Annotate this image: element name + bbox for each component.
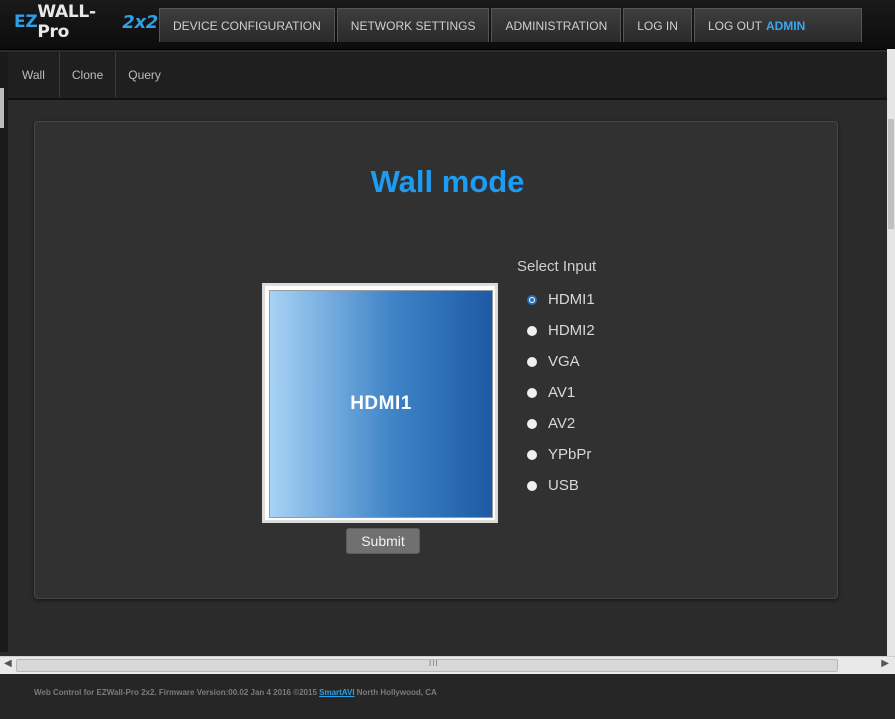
submit-button[interactable]: Submit [346, 528, 420, 554]
wall-preview-screen: HDMI1 [269, 290, 493, 518]
subtab-clone[interactable]: Clone [60, 52, 117, 98]
logo-size: 2x2 [122, 11, 158, 33]
radio-usb[interactable]: USB [527, 470, 595, 501]
footer: Web Control for EZWall-Pro 2x2. Firmware… [0, 674, 895, 719]
logo-ez: EZ [14, 12, 38, 32]
tab-administration[interactable]: ADMINISTRATION [491, 8, 622, 42]
tab-log-out[interactable]: LOG OUT admin [693, 8, 862, 42]
input-radio-group: HDMI1 HDMI2 VGA AV1 AV2 YPbPr USB [527, 284, 595, 501]
left-edge [0, 52, 8, 652]
horizontal-scroll-thumb[interactable] [16, 659, 838, 672]
scroll-grip-icon: III [429, 659, 439, 668]
logo-wall: WALL-Pro [37, 2, 96, 42]
radio-icon[interactable] [527, 449, 537, 460]
scroll-right-icon[interactable]: ▶ [881, 658, 889, 669]
wall-preview: HDMI1 [262, 283, 498, 523]
radio-hdmi2[interactable]: HDMI2 [527, 315, 595, 346]
radio-av2[interactable]: AV2 [527, 408, 595, 439]
horizontal-scrollbar[interactable]: ◀ III ▶ [0, 656, 895, 674]
app-logo[interactable]: EZ WALL-Pro 2x2 [0, 0, 158, 44]
radio-ypbpr[interactable]: YPbPr [527, 439, 595, 470]
radio-icon[interactable] [527, 356, 537, 367]
preview-input-label: HDMI1 [350, 393, 412, 414]
username: admin [765, 18, 806, 33]
top-navigation: EZ WALL-Pro 2x2 DEVICE CONFIGURATION NETWO… [0, 0, 895, 50]
tab-log-in[interactable]: LOG IN [623, 8, 692, 42]
radio-hdmi1[interactable]: HDMI1 [527, 284, 595, 315]
left-edge-marker [0, 88, 4, 128]
sub-navigation: Wall Clone Query [8, 52, 888, 100]
radio-checked-icon[interactable] [527, 294, 537, 305]
subtab-wall[interactable]: Wall [8, 52, 60, 98]
subtab-query[interactable]: Query [116, 52, 173, 98]
radio-vga[interactable]: VGA [527, 346, 595, 377]
vertical-scrollbar[interactable] [887, 49, 895, 656]
tab-network-settings[interactable]: NETWORK SETTINGS [336, 8, 490, 42]
scroll-left-icon[interactable]: ◀ [4, 658, 12, 669]
nav-tabs: DEVICE CONFIGURATION NETWORK SETTINGS AD… [159, 8, 864, 42]
footer-text: Web Control for EZWall-Pro 2x2. Firmware… [34, 688, 437, 697]
radio-icon[interactable] [527, 480, 537, 491]
radio-icon[interactable] [527, 387, 537, 398]
brand-link[interactable]: SmartAVI [319, 688, 354, 697]
radio-icon[interactable] [527, 325, 537, 336]
tab-device-configuration[interactable]: DEVICE CONFIGURATION [159, 8, 335, 42]
radio-icon[interactable] [527, 418, 537, 429]
radio-av1[interactable]: AV1 [527, 377, 595, 408]
page-title: Wall mode [370, 164, 525, 199]
select-input-label: Select Input [517, 258, 597, 275]
